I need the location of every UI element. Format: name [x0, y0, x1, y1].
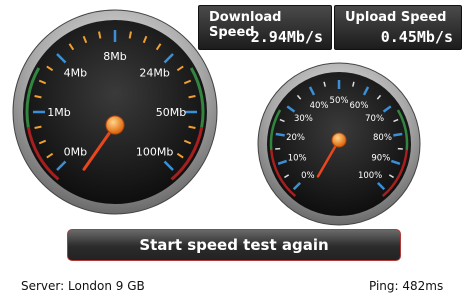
gauge-tick [393, 132, 403, 137]
gauge-scale-label: 24Mb [139, 66, 169, 79]
gauge-tick [275, 132, 285, 137]
gauge-scale-label: 20% [286, 133, 305, 143]
gauge-scale-label: 50Mb [156, 106, 186, 119]
gauge-scale-label: 8Mb [103, 50, 126, 63]
gauge-scale-label: 30% [294, 114, 313, 124]
upload-gauge: 0% 10% 20% 30% 40% 50% 60% 70% 80% 90% 100% [257, 62, 421, 226]
gauge-hub [105, 115, 125, 135]
start-speed-test-button[interactable]: Start speed test again [67, 229, 401, 261]
download-speed-value: 2.94Mb/s [250, 28, 323, 46]
gauge-scale-label: 10% [288, 154, 307, 164]
gauge-scale-label: 60% [350, 101, 369, 111]
gauge-scale-label: 40% [310, 101, 329, 111]
gauge-scale-label: 4Mb [64, 66, 87, 79]
gauge-tick [188, 125, 196, 129]
gauge-scale-label: 0Mb [64, 146, 87, 159]
gauge-scale-label: 80% [373, 133, 392, 143]
gauge-tick [128, 31, 132, 39]
gauge-scale-label: 1Mb [47, 106, 70, 119]
upload-speed-value: 0.45Mb/s [380, 28, 453, 46]
upload-speed-label: Upload Speed [345, 10, 447, 25]
gauge-tick [34, 95, 42, 99]
gauge-tick [188, 95, 196, 99]
gauge-scale-label: 70% [365, 114, 384, 124]
gauge-scale-label: 50% [330, 96, 349, 106]
server-info: Server: London 9 GB [21, 279, 145, 293]
download-speed-panel: Download Speed 2.94Mb/s [198, 5, 332, 50]
gauge-scale-label: 100Mb [136, 146, 173, 159]
ping-info: Ping: 482ms [369, 279, 444, 293]
gauge-scale-label: 0% [301, 171, 315, 181]
gauge-hub [331, 132, 347, 148]
gauge-scale-label: 90% [371, 154, 390, 164]
gauge-tick [98, 31, 102, 39]
gauge-scale-label: 100% [358, 171, 382, 181]
download-gauge: 0Mb 1Mb 4Mb 8Mb 24Mb 50Mb 100Mb [12, 9, 218, 215]
upload-speed-panel: Upload Speed 0.45Mb/s [334, 5, 462, 50]
gauge-tick [34, 125, 42, 129]
